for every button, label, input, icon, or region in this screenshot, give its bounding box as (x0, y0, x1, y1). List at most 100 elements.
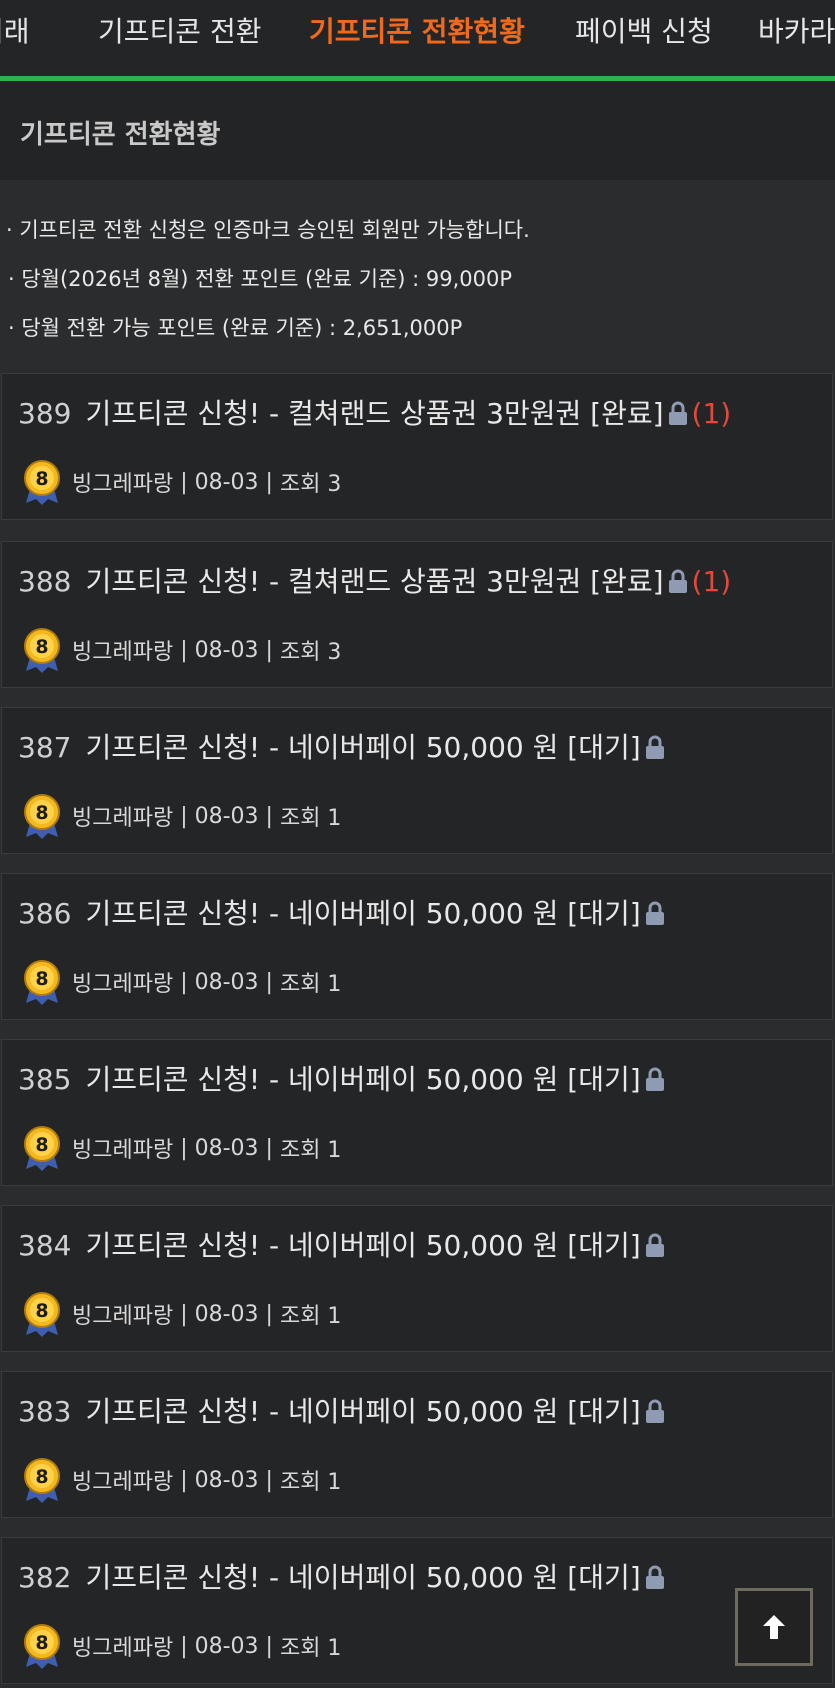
svg-text:8: 8 (35, 636, 48, 658)
post-number: 387 (18, 731, 72, 764)
post-date: 08-03 (194, 1301, 259, 1327)
post-item[interactable]: 383 기프티콘 신청! - 네이버페이 50,000 원 [대기] 8 빙그레파… (1, 1371, 833, 1518)
meta-separator: | (173, 969, 195, 995)
post-author[interactable]: 빙그레파랑 (72, 1630, 173, 1662)
meta-separator: | (173, 637, 195, 663)
post-title[interactable]: 기프티콘 신청! - 네이버페이 50,000 원 [대기] (85, 1229, 640, 1262)
meta-separator: | (173, 1301, 195, 1327)
meta-separator: | (258, 637, 280, 663)
post-number: 389 (18, 397, 72, 430)
meta-separator: | (173, 469, 195, 495)
post-views: 조회 3 (279, 472, 342, 497)
svg-text:8: 8 (35, 968, 48, 990)
tab-trade[interactable]: 거래 (0, 14, 30, 50)
post-title[interactable]: 기프티콘 신청! - 네이버페이 50,000 원 [대기] (85, 1063, 640, 1096)
tab-payback[interactable]: 페이백 신청 (575, 14, 713, 50)
post-title[interactable]: 기프티콘 신청! - 네이버페이 50,000 원 [대기] (85, 731, 640, 764)
level-badge-icon: 8 (24, 960, 60, 1005)
level-badge-icon: 8 (24, 794, 60, 839)
meta-separator: | (258, 1301, 280, 1327)
lock-icon (645, 1399, 664, 1423)
post-author[interactable]: 빙그레파랑 (72, 966, 173, 998)
post-title-row[interactable]: 383 기프티콘 신청! - 네이버페이 50,000 원 [대기] (18, 1394, 669, 1430)
post-meta: 8 빙그레파랑 | 08-03 | 조회 1 (22, 794, 341, 839)
lock-icon (645, 735, 664, 759)
post-title-row[interactable]: 386 기프티콘 신청! - 네이버페이 50,000 원 [대기] (18, 896, 669, 932)
post-date: 08-03 (194, 969, 259, 995)
lock-icon (645, 901, 664, 925)
post-meta: 8 빙그레파랑 | 08-03 | 조회 3 (22, 628, 342, 673)
post-number: 383 (18, 1395, 72, 1428)
post-number: 385 (18, 1063, 72, 1096)
post-title[interactable]: 기프티콘 신청! - 컬쳐랜드 상품권 3만원권 [완료] (85, 397, 663, 430)
post-meta: 8 빙그레파랑 | 08-03 | 조회 3 (22, 460, 342, 505)
svg-text:8: 8 (35, 1632, 48, 1654)
post-author[interactable]: 빙그레파랑 (72, 634, 173, 666)
post-number: 388 (18, 565, 72, 598)
section-header: 기프티콘 전환현황 (0, 81, 835, 180)
post-date: 08-03 (194, 469, 259, 495)
post-meta: 8 빙그레파랑 | 08-03 | 조회 1 (22, 1292, 341, 1337)
post-meta: 8 빙그레파랑 | 08-03 | 조회 1 (22, 960, 341, 1005)
post-views: 조회 1 (279, 1470, 342, 1495)
post-author[interactable]: 빙그레파랑 (72, 800, 173, 832)
post-title-row[interactable]: 389 기프티콘 신청! - 컬쳐랜드 상품권 3만원권 [완료] (1) (18, 396, 731, 432)
post-item[interactable]: 385 기프티콘 신청! - 네이버페이 50,000 원 [대기] 8 빙그레파… (1, 1039, 833, 1186)
post-date: 08-03 (194, 1633, 259, 1659)
level-badge-icon: 8 (24, 628, 60, 673)
post-views: 조회 1 (279, 1138, 342, 1163)
post-meta: 8 빙그레파랑 | 08-03 | 조회 1 (22, 1126, 342, 1171)
meta-separator: | (258, 803, 280, 829)
post-author[interactable]: 빙그레파랑 (72, 1132, 173, 1164)
post-title-row[interactable]: 388 기프티콘 신청! - 컬쳐랜드 상품권 3만원권 [완료] (1) (18, 564, 731, 600)
lock-icon (645, 1067, 664, 1091)
level-badge-icon: 8 (24, 1458, 60, 1503)
meta-separator: | (258, 969, 280, 995)
top-nav: 거래 기프티콘 전환 기프티콘 전환현황 페이백 신청 바카라 (0, 0, 835, 81)
post-title-row[interactable]: 387 기프티콘 신청! - 네이버페이 50,000 원 [대기] (18, 730, 669, 766)
tab-gifticon-convert[interactable]: 기프티콘 전환 (98, 14, 261, 50)
tab-baccarat[interactable]: 바카라 (758, 14, 835, 50)
post-item[interactable]: 387 기프티콘 신청! - 네이버페이 50,000 원 [대기] 8 빙그레파… (1, 707, 833, 854)
svg-text:8: 8 (35, 1466, 48, 1488)
post-author[interactable]: 빙그레파랑 (72, 1464, 173, 1496)
svg-text:8: 8 (35, 468, 48, 490)
arrow-up-icon (763, 1615, 785, 1639)
post-views: 조회 3 (279, 640, 342, 665)
comment-count: (1) (691, 565, 732, 598)
notice-line: · 당월(2026년 8월) 전환 포인트 (완료 기준) : 99,000P (8, 267, 513, 291)
post-title[interactable]: 기프티콘 신청! - 네이버페이 50,000 원 [대기] (85, 1395, 640, 1428)
meta-separator: | (173, 1467, 195, 1493)
post-item[interactable]: 388 기프티콘 신청! - 컬쳐랜드 상품권 3만원권 [완료] (1) 8 빙그… (1, 541, 833, 688)
post-title-row[interactable]: 385 기프티콘 신청! - 네이버페이 50,000 원 [대기] (18, 1062, 669, 1098)
post-date: 08-03 (194, 803, 259, 829)
post-title-row[interactable]: 384 기프티콘 신청! - 네이버페이 50,000 원 [대기] (18, 1228, 669, 1264)
meta-separator: | (258, 1135, 280, 1161)
post-title[interactable]: 기프티콘 신청! - 컬쳐랜드 상품권 3만원권 [완료] (85, 565, 663, 598)
post-item[interactable]: 389 기프티콘 신청! - 컬쳐랜드 상품권 3만원권 [완료] (1) 8 빙그… (1, 373, 833, 520)
post-author[interactable]: 빙그레파랑 (72, 1298, 173, 1330)
svg-text:8: 8 (35, 802, 48, 824)
tab-gifticon-status[interactable]: 기프티콘 전환현황 (309, 14, 525, 50)
notice-box: · 기프티콘 전환 신청은 인증마크 승인된 회원만 가능합니다. · 당월(2… (0, 180, 835, 372)
post-item[interactable]: 382 기프티콘 신청! - 네이버페이 50,000 원 [대기] 8 빙그레파… (1, 1537, 833, 1684)
lock-icon (645, 1565, 664, 1589)
lock-icon (668, 569, 687, 593)
post-title-row[interactable]: 382 기프티콘 신청! - 네이버페이 50,000 원 [대기] (18, 1560, 669, 1596)
post-date: 08-03 (194, 1467, 259, 1493)
post-title[interactable]: 기프티콘 신청! - 네이버페이 50,000 원 [대기] (85, 1561, 640, 1594)
level-badge-icon: 8 (24, 460, 60, 505)
scroll-top-button[interactable] (735, 1588, 813, 1666)
post-item[interactable]: 386 기프티콘 신청! - 네이버페이 50,000 원 [대기] 8 빙그레파… (1, 873, 833, 1020)
post-number: 382 (18, 1561, 72, 1594)
post-author[interactable]: 빙그레파랑 (72, 466, 173, 498)
post-title[interactable]: 기프티콘 신청! - 네이버페이 50,000 원 [대기] (85, 897, 640, 930)
lock-icon (645, 1233, 664, 1257)
post-item[interactable]: 384 기프티콘 신청! - 네이버페이 50,000 원 [대기] 8 빙그레파… (1, 1205, 833, 1352)
level-badge-icon: 8 (24, 1126, 60, 1171)
notice-line: · 당월 전환 가능 포인트 (완료 기준) : 2,651,000P (8, 316, 463, 340)
level-badge-icon: 8 (24, 1292, 60, 1337)
post-number: 384 (18, 1229, 72, 1262)
meta-separator: | (173, 803, 195, 829)
lock-icon (668, 401, 687, 425)
